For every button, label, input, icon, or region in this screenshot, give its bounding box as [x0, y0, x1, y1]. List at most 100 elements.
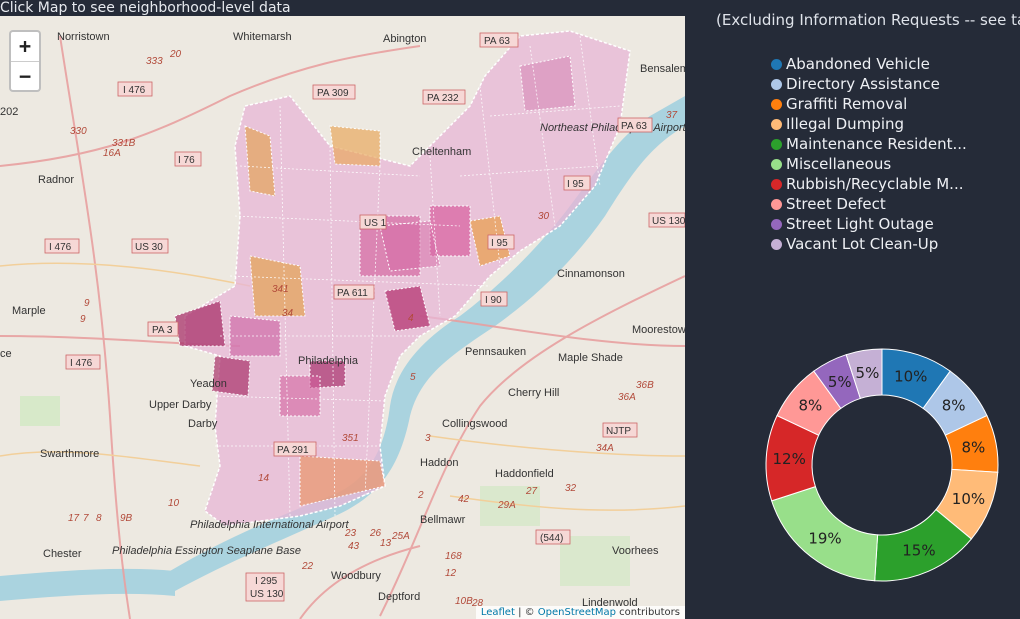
osm-link[interactable]: OpenStreetMap — [538, 607, 616, 618]
svg-text:16A: 16A — [103, 148, 121, 159]
svg-text:NJTP: NJTP — [606, 426, 631, 437]
svg-text:13: 13 — [380, 538, 392, 549]
svg-text:202: 202 — [0, 106, 18, 118]
svg-text:37: 37 — [666, 110, 678, 121]
donut-slice-label: 5% — [856, 364, 880, 382]
svg-text:PA 291: PA 291 — [277, 445, 309, 456]
chart-legend: Abandoned Vehicle Directory Assistance G… — [771, 54, 967, 254]
legend-item[interactable]: Abandoned Vehicle — [771, 54, 967, 74]
svg-text:9B: 9B — [120, 513, 133, 524]
legend-dot — [771, 138, 782, 150]
svg-text:(544): (544) — [540, 533, 563, 544]
svg-text:32: 32 — [565, 483, 577, 494]
legend-dot — [771, 218, 782, 230]
svg-text:10B: 10B — [455, 596, 473, 607]
svg-text:9: 9 — [80, 314, 86, 325]
svg-text:I 476: I 476 — [70, 358, 93, 369]
legend-item[interactable]: Rubbish/Recyclable M... — [771, 174, 967, 194]
legend-dot — [771, 58, 782, 70]
legend-item[interactable]: Directory Assistance — [771, 74, 967, 94]
svg-text:2: 2 — [417, 490, 424, 501]
svg-text:5: 5 — [410, 372, 416, 383]
svg-text:I 90: I 90 — [485, 295, 502, 306]
svg-text:Moorestow: Moorestow — [632, 324, 685, 336]
svg-text:Radnor: Radnor — [38, 174, 74, 186]
attribution-separator: | © — [514, 607, 538, 618]
svg-text:Cheltenham: Cheltenham — [412, 146, 471, 158]
legend-label: Street Defect — [786, 195, 886, 213]
donut-slice-label: 5% — [828, 373, 852, 391]
neighborhood-map[interactable]: Norristown Whitemarsh Abington Bensalem … — [0, 16, 685, 619]
donut-chart: 10% 8% 8% 10% 15% 19% 12% 8% 5% 5% — [765, 348, 999, 582]
svg-text:PA 3: PA 3 — [152, 325, 173, 336]
leaflet-link[interactable]: Leaflet — [481, 607, 515, 618]
svg-text:Bensalem: Bensalem — [640, 63, 685, 75]
svg-text:43: 43 — [348, 541, 360, 552]
legend-dot — [771, 118, 782, 130]
map-attribution: Leaflet | © OpenStreetMap contributors — [475, 606, 685, 619]
legend-item[interactable]: Maintenance Resident... — [771, 134, 967, 154]
legend-label: Vacant Lot Clean-Up — [786, 235, 939, 253]
svg-text:168: 168 — [445, 551, 462, 562]
svg-text:Pennsauken: Pennsauken — [465, 346, 526, 358]
svg-text:Northeast Philadelphia Airport: Northeast Philadelphia Airport — [540, 122, 685, 134]
svg-text:Collingswood: Collingswood — [442, 418, 507, 430]
svg-text:27: 27 — [525, 486, 538, 497]
legend-label: Street Light Outage — [786, 215, 934, 233]
svg-text:330: 330 — [70, 126, 87, 137]
svg-text:US 130: US 130 — [250, 589, 284, 600]
legend-item[interactable]: Illegal Dumping — [771, 114, 967, 134]
svg-text:I 476: I 476 — [49, 242, 72, 253]
svg-text:Cherry Hill: Cherry Hill — [508, 387, 559, 399]
map-tiles: Norristown Whitemarsh Abington Bensalem … — [0, 30, 685, 619]
svg-text:Norristown: Norristown — [57, 31, 110, 43]
legend-item[interactable]: Street Defect — [771, 194, 967, 214]
legend-dot — [771, 98, 782, 110]
legend-label: Maintenance Resident... — [786, 135, 967, 153]
legend-item[interactable]: Vacant Lot Clean-Up — [771, 234, 967, 254]
svg-text:341: 341 — [272, 284, 289, 295]
svg-text:I 295: I 295 — [255, 576, 278, 587]
legend-item[interactable]: Graffiti Removal — [771, 94, 967, 114]
zoom-control: + − — [9, 30, 41, 92]
zoom-in-button[interactable]: + — [11, 32, 39, 61]
park-area — [560, 536, 630, 586]
svg-text:Darby: Darby — [188, 418, 218, 430]
svg-text:3: 3 — [425, 433, 431, 444]
svg-text:14: 14 — [258, 473, 270, 484]
svg-text:ce: ce — [0, 348, 12, 360]
svg-text:17: 17 — [68, 513, 80, 524]
svg-text:Haddonfield: Haddonfield — [495, 468, 554, 480]
legend-item[interactable]: Miscellaneous — [771, 154, 967, 174]
svg-text:Chester: Chester — [43, 548, 82, 560]
svg-text:Philadelphia: Philadelphia — [298, 355, 359, 367]
river-south — [0, 568, 175, 601]
svg-text:30: 30 — [538, 211, 550, 222]
legend-item[interactable]: Street Light Outage — [771, 214, 967, 234]
svg-text:20: 20 — [169, 49, 182, 60]
legend-dot — [771, 198, 782, 210]
svg-text:42: 42 — [458, 494, 470, 505]
svg-text:Swarthmore: Swarthmore — [40, 448, 99, 460]
zoom-out-button[interactable]: − — [11, 61, 39, 91]
svg-text:22: 22 — [301, 561, 314, 572]
svg-text:29A: 29A — [497, 500, 516, 511]
svg-text:Abington: Abington — [383, 33, 426, 45]
svg-text:4: 4 — [408, 313, 414, 324]
svg-text:US 1: US 1 — [364, 218, 387, 229]
svg-text:Cinnamonson: Cinnamonson — [557, 268, 625, 280]
svg-text:Maple Shade: Maple Shade — [558, 352, 623, 364]
park-area — [20, 396, 60, 426]
svg-text:Bellmawr: Bellmawr — [420, 514, 466, 526]
svg-text:Marple: Marple — [12, 305, 46, 317]
legend-label: Rubbish/Recyclable M... — [786, 175, 964, 193]
svg-text:Yeadon: Yeadon — [190, 378, 227, 390]
donut-slice-label: 8% — [961, 439, 985, 457]
svg-text:PA 309: PA 309 — [317, 88, 349, 99]
svg-text:I 476: I 476 — [123, 85, 146, 96]
svg-text:36B: 36B — [636, 380, 654, 391]
svg-text:I 76: I 76 — [178, 155, 195, 166]
donut-slice-label: 10% — [952, 490, 985, 508]
legend-dot — [771, 238, 782, 250]
donut-slice-label: 8% — [942, 397, 966, 415]
